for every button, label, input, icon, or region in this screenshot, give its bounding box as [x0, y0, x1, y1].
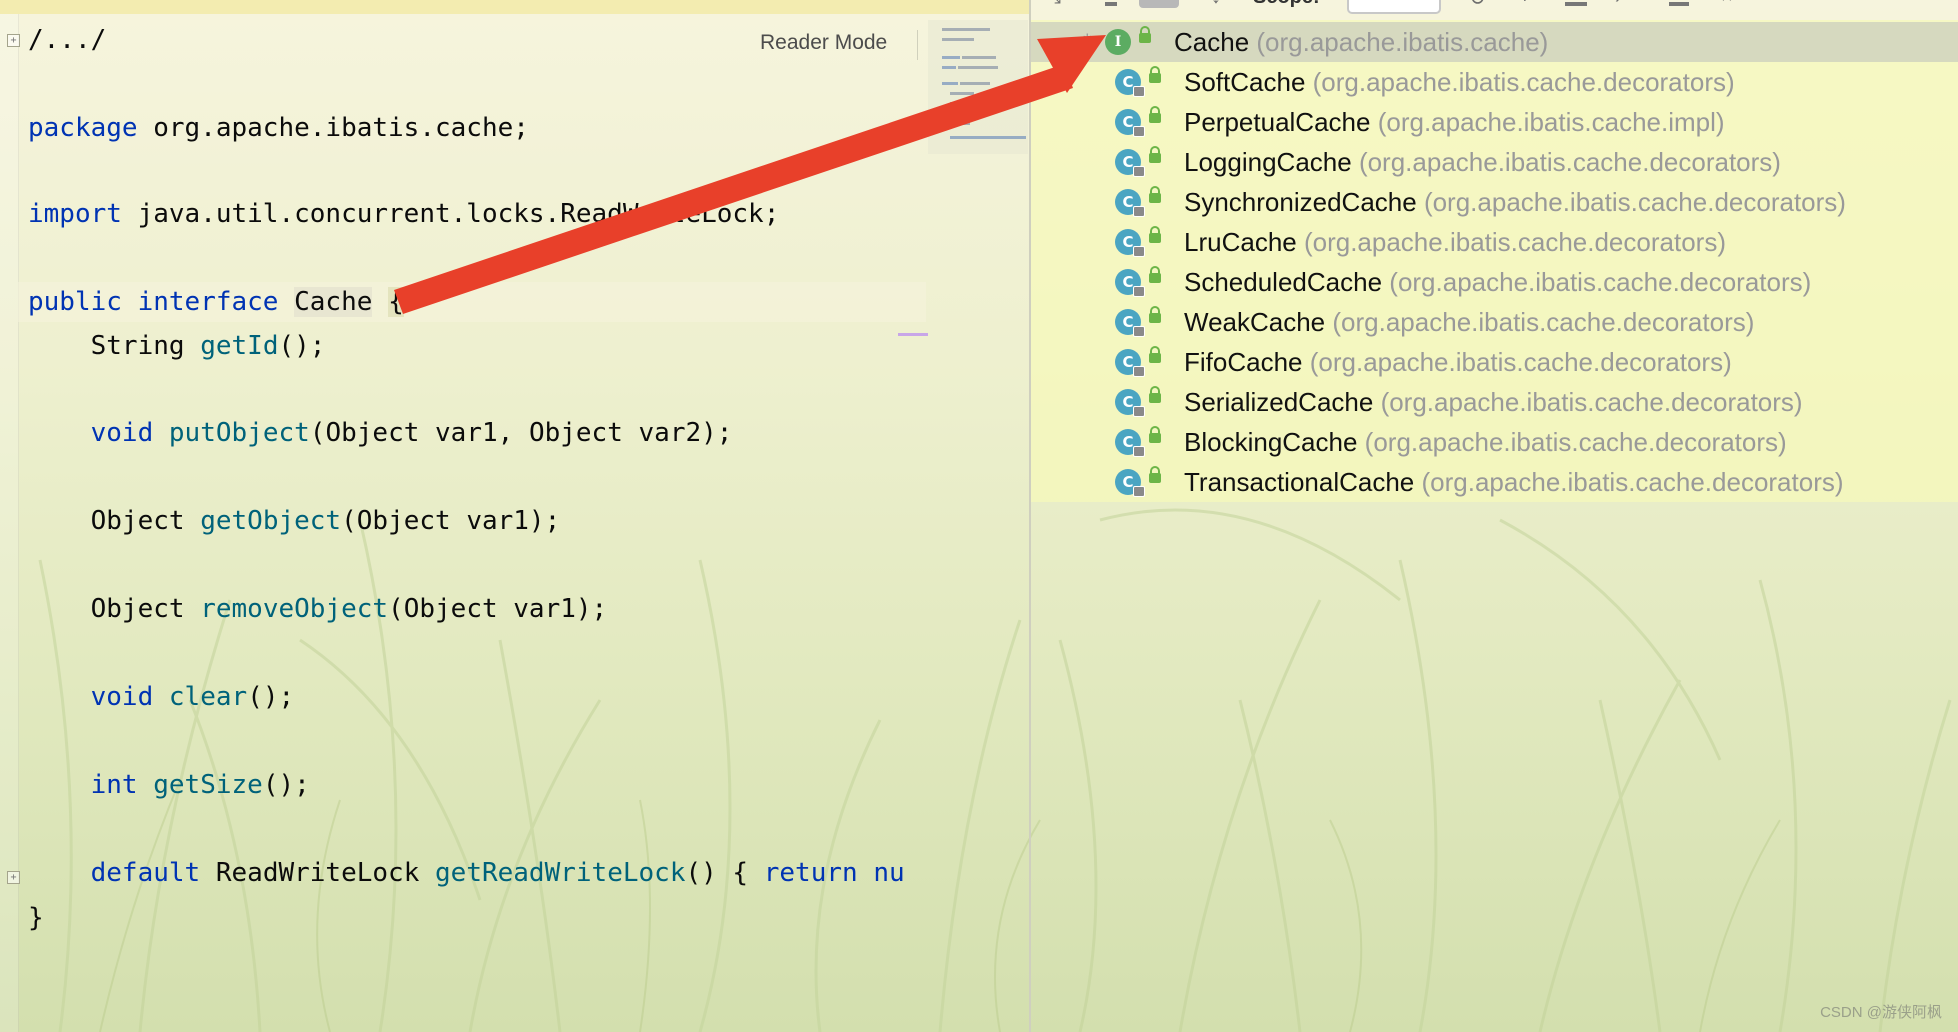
tree-item-weakcache[interactable]: C WeakCache (org.apache.ibatis.cache.deco…	[1031, 302, 1958, 342]
public-access-icon	[1149, 466, 1161, 483]
tree-item-label: WeakCache (org.apache.ibatis.cache.decor…	[1184, 307, 1755, 337]
tree-item-softcache[interactable]: C SoftCache (org.apache.ibatis.cache.deco…	[1031, 62, 1958, 102]
subtypes-hierarchy-icon[interactable]: ⤡	[1045, 0, 1061, 10]
public-access-icon	[1149, 186, 1161, 203]
class-icon: C	[1115, 229, 1145, 257]
lock-badge-icon	[1133, 326, 1145, 337]
tree-item-fifocache[interactable]: C FifoCache (org.apache.ibatis.cache.deco…	[1031, 342, 1958, 382]
reader-mode-button[interactable]: Reader Mode	[760, 31, 887, 55]
collapse-all-icon[interactable]	[1565, 2, 1587, 6]
code-line-getreadwritelock[interactable]: default ReadWriteLock getReadWriteLock()…	[28, 857, 905, 889]
public-access-icon	[1139, 26, 1151, 43]
public-access-icon	[1149, 306, 1161, 323]
lock-badge-icon	[1133, 246, 1145, 257]
lock-badge-icon	[1133, 86, 1145, 97]
public-access-icon	[1149, 346, 1161, 363]
tree-item-synchronizedcache[interactable]: C SynchronizedCache (org.apache.ibatis.ca…	[1031, 182, 1958, 222]
public-access-icon	[1149, 106, 1161, 123]
minimap[interactable]	[928, 20, 1028, 154]
code-line-getsize[interactable]: int getSize();	[28, 769, 310, 801]
code-line-clear[interactable]: void clear();	[28, 681, 295, 713]
lock-badge-icon	[1133, 406, 1145, 417]
tree-item-label: BlockingCache (org.apache.ibatis.cache.d…	[1184, 427, 1787, 457]
tree-item-label: FifoCache (org.apache.ibatis.cache.decor…	[1184, 347, 1732, 377]
code-line-closing-brace[interactable]: }	[28, 902, 44, 934]
interface-icon: I	[1105, 29, 1131, 55]
tree-item-serializedcache[interactable]: C SerializedCache (org.apache.ibatis.cach…	[1031, 382, 1958, 422]
class-icon: C	[1115, 189, 1145, 217]
fold-expand-icon[interactable]: +	[7, 871, 20, 884]
code-line-putobject[interactable]: void putObject(Object var1, Object var2)…	[28, 417, 733, 449]
lock-badge-icon	[1133, 446, 1145, 457]
scope-label: Scope:	[1253, 0, 1320, 10]
close-icon[interactable]: ×	[1721, 0, 1733, 10]
lock-badge-icon	[1133, 206, 1145, 217]
lock-badge-icon	[1133, 126, 1145, 137]
scope-dropdown[interactable]	[1347, 0, 1441, 14]
tree-item-label: SoftCache (org.apache.ibatis.cache.decor…	[1184, 67, 1735, 97]
code-line-import[interactable]: import java.util.concurrent.locks.ReadWr…	[28, 198, 779, 230]
class-icon: C	[1115, 149, 1145, 177]
interface-name: Cache	[294, 287, 373, 317]
lock-badge-icon	[1133, 366, 1145, 377]
public-access-icon	[1149, 266, 1161, 283]
autoscroll-icon[interactable]: ›	[1615, 0, 1622, 10]
public-access-icon	[1149, 426, 1161, 443]
tree-item-label: Cache (org.apache.ibatis.cache)	[1174, 27, 1549, 57]
tree-item-scheduledcache[interactable]: C ScheduledCache (org.apache.ibatis.cache…	[1031, 262, 1958, 302]
tree-item-blockingcache[interactable]: C BlockingCache (org.apache.ibatis.cache.…	[1031, 422, 1958, 462]
code-line-package[interactable]: package org.apache.ibatis.cache;	[28, 112, 529, 144]
tree-item-lrucache[interactable]: C LruCache (org.apache.ibatis.cache.decor…	[1031, 222, 1958, 262]
pin-tab-icon[interactable]	[1669, 2, 1689, 6]
pane-divider[interactable]	[1029, 0, 1031, 1032]
code-line-interface-declaration[interactable]: public interface Cache {	[28, 286, 404, 318]
tree-item-label: LoggingCache (org.apache.ibatis.cache.de…	[1184, 147, 1781, 177]
fold-expand-icon[interactable]: +	[7, 34, 20, 47]
public-access-icon	[1149, 146, 1161, 163]
class-icon: C	[1115, 109, 1145, 137]
tree-item-loggingcache[interactable]: C LoggingCache (org.apache.ibatis.cache.d…	[1031, 142, 1958, 182]
public-access-icon	[1149, 226, 1161, 243]
sort-alphabetically-icon[interactable]: ↓²	[1211, 0, 1228, 10]
refresh-icon[interactable]: ↻	[1469, 0, 1486, 10]
class-icon: C	[1115, 69, 1145, 97]
class-icon: C	[1115, 469, 1145, 497]
collapsed-header-comment[interactable]: /.../	[28, 24, 106, 56]
tree-item-label: PerpetualCache (org.apache.ibatis.cache.…	[1184, 107, 1725, 137]
class-icon: C	[1115, 429, 1145, 457]
inlay-marker	[898, 333, 928, 336]
class-icon: C	[1115, 389, 1145, 417]
type-hierarchy-panel: ⤡ ↓² Scope: ↻ + › × * I Cache (org.apach…	[1031, 0, 1958, 1032]
editor-tab-strip	[0, 0, 1029, 14]
tree-item-label: SynchronizedCache (org.apache.ibatis.cac…	[1184, 187, 1846, 217]
class-icon: C	[1115, 349, 1145, 377]
code-editor[interactable]: + + Reader Mode /.../ package org.apache…	[0, 0, 1029, 1032]
toolbar-divider	[917, 30, 918, 60]
tree-item-cache-interface[interactable]: * I Cache (org.apache.ibatis.cache)	[1031, 22, 1958, 62]
tree-item-label: SerializedCache (org.apache.ibatis.cache…	[1184, 387, 1803, 417]
tree-item-label: LruCache (org.apache.ibatis.cache.decora…	[1184, 227, 1726, 257]
hierarchy-toolbar: ⤡ ↓² Scope: ↻ + › ×	[1031, 0, 1958, 14]
class-icon: C	[1115, 269, 1145, 297]
supertypes-hierarchy-icon[interactable]	[1105, 2, 1117, 6]
tree-item-label: ScheduledCache (org.apache.ibatis.cache.…	[1184, 267, 1812, 297]
tree-item-perpetualcache[interactable]: C PerpetualCache (org.apache.ibatis.cache…	[1031, 102, 1958, 142]
expand-all-icon[interactable]: +	[1519, 0, 1531, 10]
code-line-getid[interactable]: String getId();	[28, 330, 326, 362]
public-access-icon	[1149, 66, 1161, 83]
tree-item-transactionalcache[interactable]: C TransactionalCache (org.apache.ibatis.c…	[1031, 462, 1958, 502]
tree-item-label: TransactionalCache (org.apache.ibatis.ca…	[1184, 467, 1844, 497]
public-access-icon	[1149, 386, 1161, 403]
code-line-getobject[interactable]: Object getObject(Object var1);	[28, 505, 561, 537]
class-hierarchy-icon[interactable]	[1139, 0, 1179, 8]
lock-badge-icon	[1133, 486, 1145, 497]
base-marker: *	[1083, 29, 1092, 54]
lock-badge-icon	[1133, 166, 1145, 177]
lock-badge-icon	[1133, 286, 1145, 297]
class-icon: C	[1115, 309, 1145, 337]
code-line-removeobject[interactable]: Object removeObject(Object var1);	[28, 593, 608, 625]
